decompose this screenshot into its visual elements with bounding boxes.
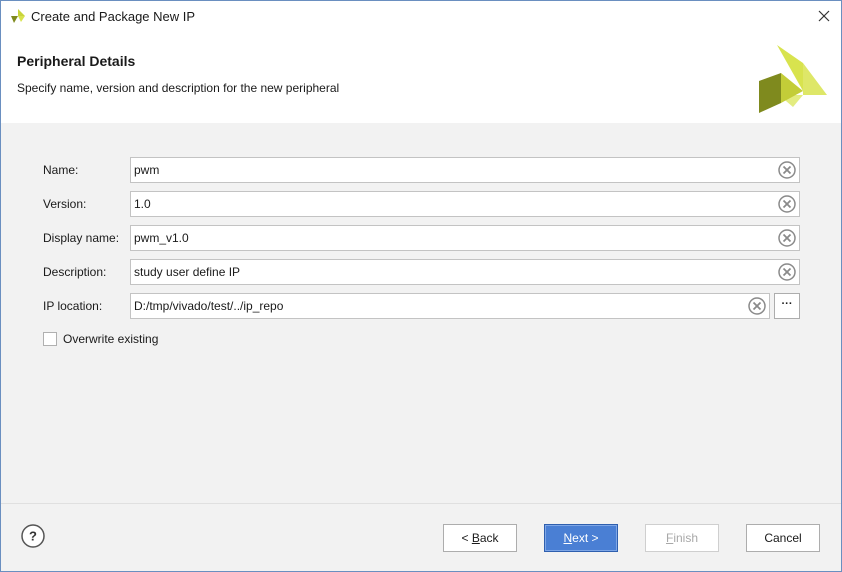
help-label: ? — [29, 529, 37, 544]
clear-circle-icon[interactable] — [778, 263, 796, 281]
name-input[interactable] — [131, 158, 754, 182]
vivado-logo-icon — [11, 9, 25, 23]
next-rest: ext > — [572, 531, 599, 545]
version-field-box — [130, 191, 800, 217]
display-name-label: Display name: — [43, 231, 120, 245]
close-button[interactable] — [807, 1, 841, 31]
finish-rest: inish — [673, 531, 699, 545]
browse-button[interactable]: ··· — [774, 293, 800, 319]
display-name-field-box — [130, 225, 800, 251]
ip-location-field-box — [130, 293, 770, 319]
description-row: Description: — [1, 259, 841, 285]
clear-circle-icon[interactable] — [778, 161, 796, 179]
overwrite-label[interactable]: Overwrite existing — [63, 332, 158, 346]
page-title: Peripheral Details — [17, 53, 136, 69]
wizard-header: Peripheral Details Specify name, version… — [1, 31, 841, 123]
help-circle-icon[interactable]: ? — [21, 524, 45, 548]
create-package-ip-dialog: Create and Package New IP Peripheral Det… — [0, 0, 842, 572]
display-name-input[interactable] — [131, 226, 754, 250]
vivado-logo — [759, 45, 827, 113]
ip-location-row: IP location: ··· — [1, 293, 841, 319]
version-row: Version: — [1, 191, 841, 217]
next-mnemonic: N — [563, 531, 573, 545]
clear-circle-icon[interactable] — [748, 297, 766, 315]
back-prefix: < — [461, 531, 472, 545]
close-icon — [818, 10, 830, 22]
clear-circle-icon[interactable] — [778, 195, 796, 213]
name-row: Name: — [1, 157, 841, 183]
description-label: Description: — [43, 265, 107, 279]
overwrite-checkbox[interactable] — [43, 332, 57, 346]
clear-circle-icon[interactable] — [778, 229, 796, 247]
ip-location-input[interactable] — [131, 294, 724, 318]
page-subtitle: Specify name, version and description fo… — [17, 81, 340, 95]
cancel-button[interactable]: Cancel — [746, 524, 820, 552]
back-rest: ack — [479, 531, 499, 545]
finish-button[interactable]: Finish — [645, 524, 719, 552]
form-panel: Name: Version: Dis — [1, 123, 841, 503]
window-title: Create and Package New IP — [31, 9, 196, 24]
back-button[interactable]: < Back — [443, 524, 517, 552]
title-bar: Create and Package New IP — [1, 1, 841, 31]
ip-location-label: IP location: — [43, 299, 103, 313]
name-field-box — [130, 157, 800, 183]
description-field-box — [130, 259, 800, 285]
version-label: Version: — [43, 197, 87, 211]
back-mnemonic: B — [471, 531, 480, 545]
name-label: Name: — [43, 163, 79, 177]
wizard-footer: ? < Back Next > Finish Cancel — [1, 503, 841, 571]
version-input[interactable] — [131, 192, 754, 216]
description-input[interactable] — [131, 260, 754, 284]
display-name-row: Display name: — [1, 225, 841, 251]
next-button[interactable]: Next > — [544, 524, 618, 552]
